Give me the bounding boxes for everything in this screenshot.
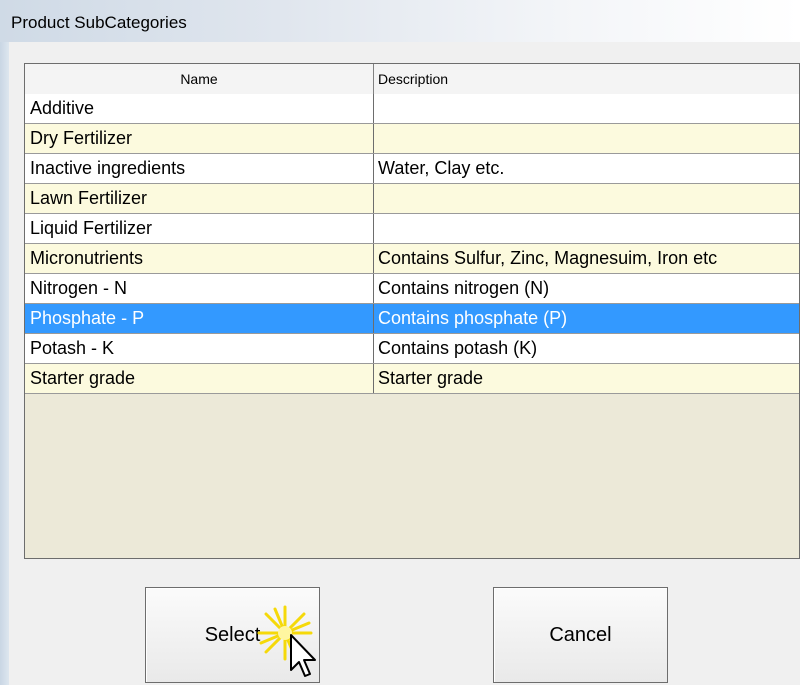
cell-description[interactable]: Water, Clay etc.: [374, 154, 799, 183]
cell-description[interactable]: Contains potash (K): [374, 334, 799, 363]
column-header-description[interactable]: Description: [374, 64, 799, 94]
cell-description[interactable]: [374, 184, 799, 213]
cell-name[interactable]: Nitrogen - N: [25, 274, 374, 303]
table-row[interactable]: Dry Fertilizer: [25, 124, 799, 154]
cell-description[interactable]: Contains Sulfur, Zinc, Magnesuim, Iron e…: [374, 244, 799, 273]
cancel-button-label: Cancel: [549, 623, 612, 646]
table-row[interactable]: Potash - K Contains potash (K): [25, 334, 799, 364]
table-row[interactable]: Liquid Fertilizer: [25, 214, 799, 244]
cell-name[interactable]: Potash - K: [25, 334, 374, 363]
table-row[interactable]: Additive: [25, 94, 799, 124]
window-title: Product SubCategories: [11, 13, 187, 32]
cell-description[interactable]: [374, 124, 799, 153]
select-button-label: Select: [204, 623, 261, 646]
cell-description[interactable]: [374, 94, 799, 123]
cell-name[interactable]: Lawn Fertilizer: [25, 184, 374, 213]
cell-description[interactable]: [374, 214, 799, 243]
cell-name[interactable]: Starter grade: [25, 364, 374, 393]
cancel-button[interactable]: Cancel: [493, 587, 668, 683]
cell-description[interactable]: Contains nitrogen (N): [374, 274, 799, 303]
title-bar: Product SubCategories: [0, 0, 800, 42]
cell-name[interactable]: Liquid Fertilizer: [25, 214, 374, 243]
grid-header: Name Description: [25, 64, 799, 95]
column-header-name[interactable]: Name: [25, 64, 374, 94]
table-row[interactable]: Micronutrients Contains Sulfur, Zinc, Mag…: [25, 244, 799, 274]
cell-name[interactable]: Phosphate - P: [25, 304, 374, 333]
cell-description[interactable]: Contains phosphate (P): [374, 304, 799, 333]
mouse-pointer-icon: [290, 634, 316, 677]
table-row[interactable]: Phosphate - P Contains phosphate (P): [25, 304, 799, 334]
window-left-border: [0, 42, 9, 685]
table-row[interactable]: Inactive ingredients Water, Clay etc.: [25, 154, 799, 184]
table-row[interactable]: Nitrogen - N Contains nitrogen (N): [25, 274, 799, 304]
cell-name[interactable]: Inactive ingredients: [25, 154, 374, 183]
cell-name[interactable]: Dry Fertilizer: [25, 124, 374, 153]
cell-name[interactable]: Additive: [25, 94, 374, 123]
table-row[interactable]: Lawn Fertilizer: [25, 184, 799, 214]
subcategory-grid[interactable]: Name Description Additive Dry Fertilizer I…: [24, 63, 800, 559]
cell-name[interactable]: Micronutrients: [25, 244, 374, 273]
cell-description[interactable]: Starter grade: [374, 364, 799, 393]
table-row[interactable]: Starter grade Starter grade: [25, 364, 799, 394]
